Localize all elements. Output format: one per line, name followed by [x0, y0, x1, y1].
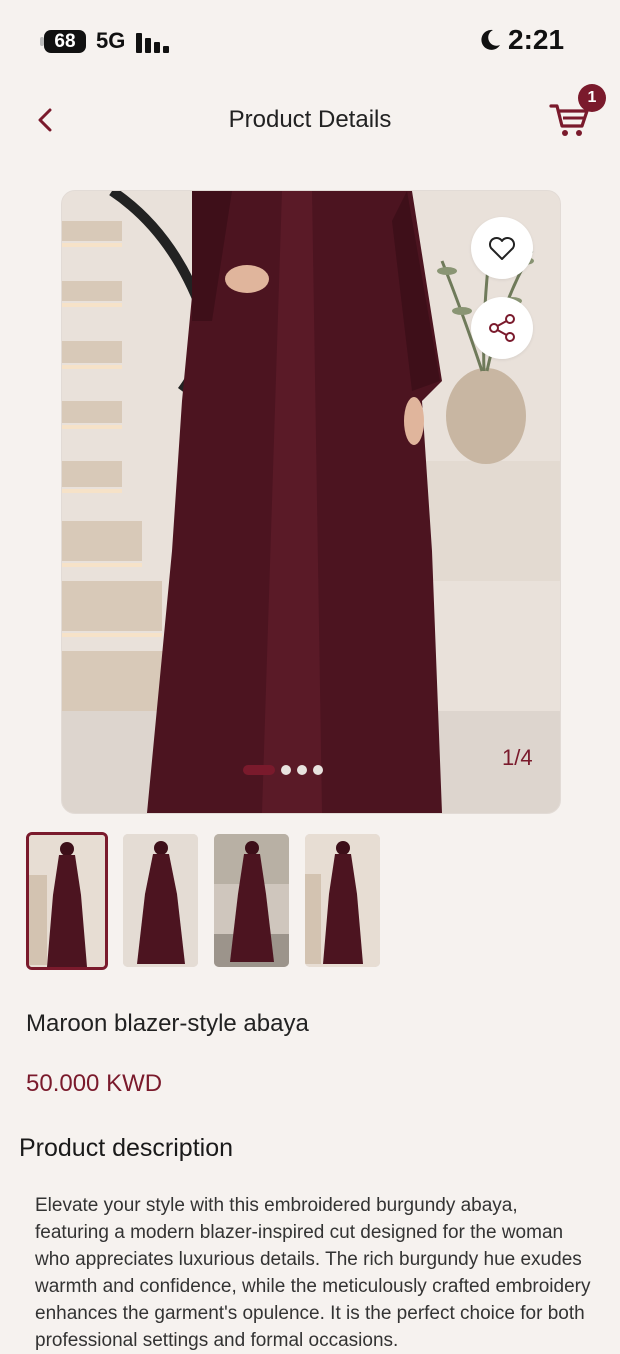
thumbnail-strip [26, 832, 426, 970]
pager-dot[interactable] [281, 765, 291, 775]
network-type: 5G [96, 28, 126, 53]
thumbnail-3[interactable] [214, 834, 289, 967]
product-name: Maroon blazer-style abaya [26, 1010, 309, 1037]
description-title: Product description [19, 1134, 234, 1162]
thumbnail-photo [214, 834, 289, 967]
cart-count-badge: 1 [578, 84, 606, 112]
pager-dot[interactable] [297, 765, 307, 775]
thumbnail-2[interactable] [123, 834, 198, 967]
pager-dot-active[interactable] [243, 765, 275, 775]
product-photo [62, 191, 560, 813]
product-image-carousel[interactable]: 1/4 [61, 190, 561, 814]
share-button[interactable] [471, 297, 533, 359]
product-price: 50.000 KWD [26, 1070, 163, 1097]
status-time: 2:21 [508, 24, 565, 55]
thumbnail-photo [29, 835, 105, 967]
thumbnail-photo [305, 834, 380, 967]
app-header: Product Details 1 [0, 84, 620, 152]
heart-icon [488, 236, 516, 260]
thumbnail-1[interactable] [26, 832, 108, 970]
page-title: Product Details [228, 106, 392, 133]
thumbnail-photo [123, 834, 198, 967]
favorite-button[interactable] [471, 217, 533, 279]
pager-dot[interactable] [313, 765, 323, 775]
product-description: Elevate your style with this embroidered… [35, 1195, 591, 1351]
battery-indicator: 68 [44, 30, 86, 53]
signal-icon [136, 31, 170, 53]
thumbnail-4[interactable] [305, 834, 380, 967]
status-bar: 68 5G 2:21 [0, 0, 620, 84]
moon-icon [481, 29, 500, 50]
image-counter: 1/4 [502, 745, 533, 770]
share-icon [489, 314, 515, 342]
